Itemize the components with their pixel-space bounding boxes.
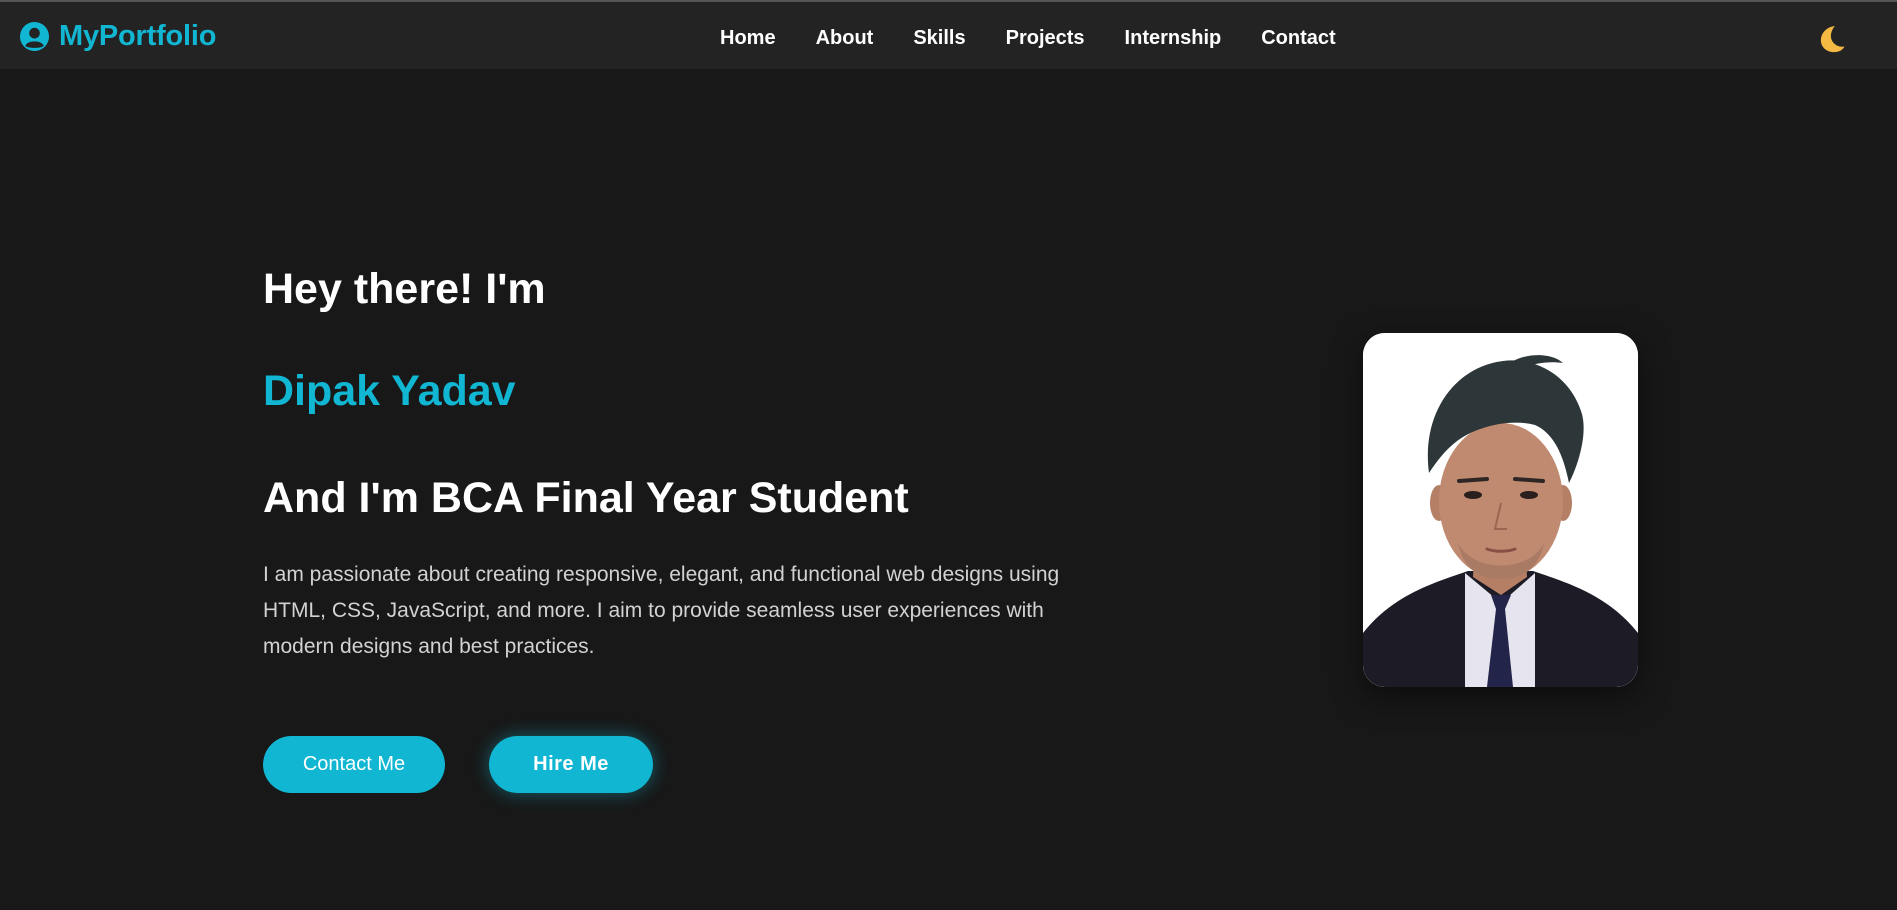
hero-bio: I am passionate about creating responsiv… <box>263 563 1060 658</box>
nav-projects[interactable]: Projects <box>1006 26 1085 50</box>
hire-me-button[interactable]: Hire Me <box>489 736 653 793</box>
brand-name: MyPortfolio <box>59 20 217 52</box>
nav-contact[interactable]: Contact <box>1261 26 1335 50</box>
profile-portrait-image <box>1363 333 1638 687</box>
navbar: MyPortfolio Home About Skills Projects I… <box>0 2 1897 69</box>
nav-internship[interactable]: Internship <box>1125 26 1222 50</box>
main-nav: Home About Skills Projects Internship Co… <box>700 26 1356 50</box>
nav-about[interactable]: About <box>816 26 874 50</box>
hero-role: And I'm BCA Final Year Student <box>263 474 909 522</box>
nav-home[interactable]: Home <box>720 26 776 50</box>
contact-me-button[interactable]: Contact Me <box>263 736 445 793</box>
moon-icon <box>1820 26 1845 53</box>
theme-toggle-button[interactable] <box>1815 23 1847 55</box>
user-circle-icon <box>19 21 50 52</box>
profile-photo <box>1363 333 1638 687</box>
hero-name: Dipak Yadav <box>263 367 516 415</box>
brand-logo[interactable]: MyPortfolio <box>19 20 216 53</box>
nav-skills[interactable]: Skills <box>913 26 965 50</box>
hero-section: Hey there! I'm Dipak Yadav And I'm BCA F… <box>0 69 1897 910</box>
hero-greeting: Hey there! I'm <box>263 265 546 313</box>
